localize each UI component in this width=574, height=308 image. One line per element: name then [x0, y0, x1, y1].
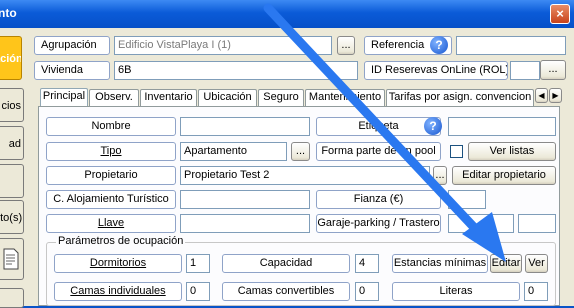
etiqueta-label: Etiqueta	[316, 117, 441, 136]
side-button-blank[interactable]	[0, 164, 24, 198]
nombre-label: Nombre	[46, 117, 176, 136]
tipo-label: Tipo	[46, 142, 176, 161]
document-icon	[3, 248, 19, 270]
tab-scroll-right-button[interactable]: ▶	[549, 88, 562, 103]
dormitorios-label: Dormitorios	[54, 254, 182, 273]
referencia-input[interactable]	[456, 36, 566, 55]
garaje-label: Garaje-parking / Trastero	[316, 214, 441, 233]
estancias-label: Estancias mínimas	[392, 254, 488, 273]
fianza-input[interactable]	[448, 190, 486, 209]
literas-input[interactable]: 0	[524, 282, 548, 301]
title-bar: nto ×	[0, 0, 574, 28]
referencia-label-text: Referencia	[371, 39, 425, 51]
tab-seguro[interactable]: Seguro	[258, 89, 304, 106]
camas-individuales-input[interactable]: 0	[186, 282, 210, 301]
referencia-help-icon[interactable]: ?	[430, 36, 448, 54]
tab-inventario[interactable]: Inventario	[140, 89, 197, 106]
editar-propietario-button[interactable]: Editar propietario	[452, 166, 556, 185]
side-button-servicios[interactable]: cios	[0, 88, 24, 122]
window-title: nto	[0, 6, 17, 20]
literas-label: Literas	[392, 282, 520, 301]
vivienda-input[interactable]: 6B	[114, 61, 358, 80]
tab-observ[interactable]: Observ.	[89, 89, 139, 106]
forma-parte-label: Forma parte de un pool	[316, 142, 441, 161]
propietario-label: Propietario	[46, 166, 176, 185]
tipo-input[interactable]: Apartamento	[180, 142, 287, 161]
id-reservas-button[interactable]: ...	[540, 60, 566, 80]
tab-tarifas[interactable]: Tarifas por asign. convencion	[386, 89, 534, 106]
llave-label: Llave	[46, 214, 176, 233]
nombre-input[interactable]	[180, 117, 310, 136]
tab-principal[interactable]: Principal	[40, 88, 88, 107]
close-button[interactable]: ×	[550, 4, 570, 24]
garaje-input-1[interactable]	[448, 214, 514, 233]
tab-scroll-left-button[interactable]: ◀	[535, 88, 548, 103]
capacidad-label: Capacidad	[222, 254, 350, 273]
etiqueta-input[interactable]	[448, 117, 556, 136]
id-reservas-input[interactable]	[510, 61, 540, 80]
tab-ubicacion[interactable]: Ubicación	[198, 89, 257, 106]
etiqueta-help-icon[interactable]: ?	[424, 117, 442, 135]
side-button-extra[interactable]	[0, 288, 24, 308]
forma-parte-checkbox[interactable]	[450, 145, 463, 158]
ver-listas-button[interactable]: Ver listas	[468, 142, 556, 161]
camas-convertibles-label: Camas convertibles	[222, 282, 350, 301]
propietario-browse-button[interactable]: ...	[433, 166, 447, 185]
agrupacion-label: Agrupación	[34, 36, 110, 55]
id-reservas-label: ID Reserevas OnLine (ROL)	[364, 61, 508, 80]
garaje-input-2[interactable]	[518, 214, 556, 233]
vivienda-label: Vivienda	[34, 61, 110, 80]
estancias-ver-button[interactable]: Ver	[525, 254, 548, 273]
ocupacion-title: Parámetros de ocupación	[56, 235, 186, 247]
fianza-label: Fianza (€)	[316, 190, 441, 209]
propietario-input[interactable]: Propietario Test 2	[180, 166, 430, 185]
agrupacion-input[interactable]: Edificio VistaPlaya I (1)	[114, 36, 332, 55]
agrupacion-browse-button[interactable]: ...	[337, 36, 355, 55]
estancias-editar-button[interactable]: Editar	[490, 254, 522, 273]
llave-input[interactable]	[180, 214, 310, 233]
camas-individuales-label: Camas individuales	[54, 282, 182, 301]
camas-convertibles-input[interactable]: 0	[355, 282, 379, 301]
side-button-disponibilidad[interactable]: ad	[0, 126, 24, 160]
alojamiento-label: C. Alojamiento Turístico	[46, 190, 176, 209]
tab-mantenimiento[interactable]: Mantenimiento	[305, 89, 385, 106]
side-button-ubicacion[interactable]: ación	[0, 36, 22, 80]
side-button-documentos[interactable]: nto(s)	[0, 200, 24, 234]
side-button-document[interactable]	[0, 238, 24, 280]
dormitorios-input[interactable]: 1	[186, 254, 210, 273]
alojamiento-input[interactable]	[180, 190, 310, 209]
tipo-browse-button[interactable]: ...	[291, 142, 310, 161]
capacidad-input[interactable]: 4	[355, 254, 379, 273]
